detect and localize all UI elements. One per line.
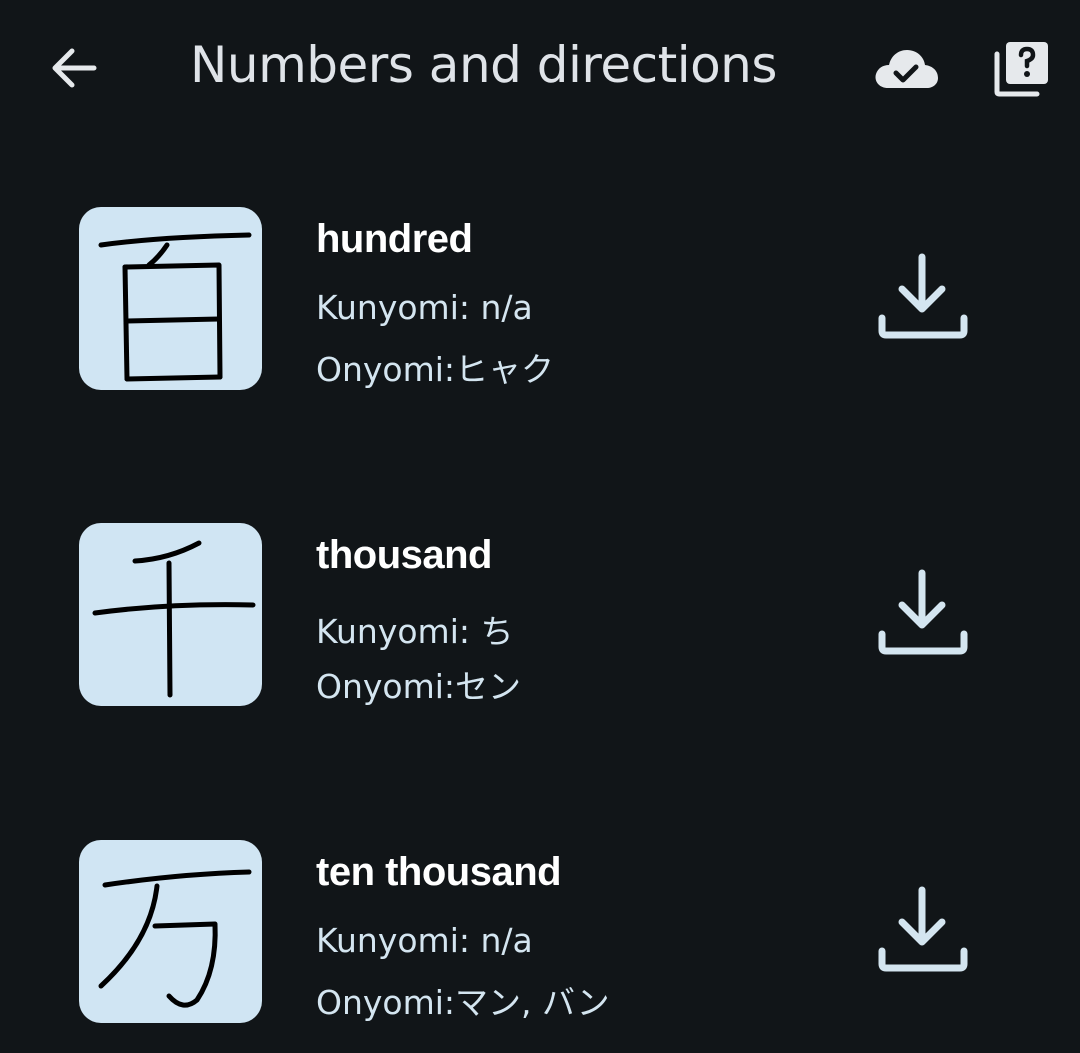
kanji-list-item[interactable]: thousand Kunyomi: ち Onyomi:セン (0, 523, 1080, 723)
kunyomi-reading: Kunyomi: ち (316, 612, 514, 651)
onyomi-reading: Onyomi:ヒャク (316, 350, 555, 389)
kanji-stroke-image (98, 232, 252, 382)
download-icon (878, 253, 968, 339)
kanji-stroke-image (92, 540, 256, 698)
kanji-stroke-image (98, 869, 252, 1008)
download-button[interactable] (870, 880, 974, 984)
kanji-thumbnail (79, 207, 262, 390)
download-icon (878, 569, 968, 655)
kanji-list-item[interactable]: hundred Kunyomi: n/a Onyomi:ヒャク (0, 207, 1080, 407)
kunyomi-reading: Kunyomi: n/a (316, 921, 533, 960)
cloud-done-icon (875, 50, 938, 88)
kanji-meaning: hundred (316, 217, 473, 261)
download-icon (878, 886, 968, 972)
back-button[interactable] (44, 38, 104, 98)
kanji-thumbnail (79, 840, 262, 1023)
kanji-thumbnail (79, 523, 262, 706)
download-button[interactable] (870, 247, 974, 351)
cloud-sync-button[interactable] (870, 38, 942, 98)
page-title: Numbers and directions (190, 36, 777, 94)
kanji-list-item[interactable]: ten thousand Kunyomi: n/a Onyomi:マン, バン (0, 840, 1080, 1040)
kanji-meaning: ten thousand (316, 850, 562, 894)
kanji-meaning: thousand (316, 533, 492, 577)
quiz-library-icon (994, 42, 1048, 97)
arrow-back-icon (52, 48, 97, 88)
download-button[interactable] (870, 563, 974, 667)
kunyomi-reading: Kunyomi: n/a (316, 288, 533, 327)
app-bar: Numbers and directions (0, 0, 1080, 140)
quiz-library-button[interactable] (990, 38, 1052, 100)
onyomi-reading: Onyomi:マン, バン (316, 983, 610, 1022)
onyomi-reading: Onyomi:セン (316, 667, 522, 706)
